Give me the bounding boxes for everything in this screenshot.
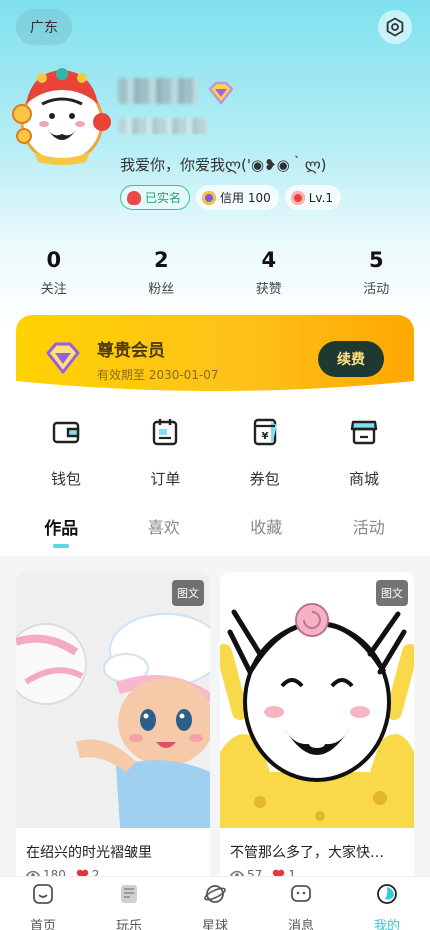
- vip-expiry: 有效期至 2030-01-07: [97, 368, 219, 382]
- tab-works[interactable]: 作品: [10, 514, 113, 548]
- quick-link-coupons[interactable]: ¥ 券包: [217, 414, 313, 489]
- content-tabs: 作品 喜欢 收藏 活动: [0, 514, 430, 548]
- verified-tag-label: 已实名: [145, 191, 182, 205]
- profile-tags: 已实名 信用 100 Lv.1: [120, 185, 342, 210]
- quick-link-label: 商城: [348, 470, 379, 488]
- credit-tag-label: 信用 100: [220, 191, 271, 205]
- wallet-icon: [52, 421, 80, 444]
- bottom-nav: 首页 玩乐 星球 消息 我的: [0, 876, 430, 930]
- level-star-icon: [290, 190, 305, 205]
- home-icon: [33, 884, 53, 904]
- post-title: 不管那么多了，大家快…: [230, 845, 384, 861]
- post-title: 在绍兴的时光褶皱里: [26, 845, 152, 861]
- quick-link-label: 订单: [150, 470, 181, 488]
- post-image: [16, 572, 210, 828]
- message-icon: [291, 885, 311, 902]
- nav-profile[interactable]: 我的: [344, 877, 430, 930]
- quick-link-label: 钱包: [50, 470, 81, 488]
- renew-button[interactable]: 续费: [318, 341, 384, 377]
- username-blurred: [118, 78, 198, 104]
- quick-link-label: 券包: [249, 470, 280, 488]
- stat-label: 关注: [40, 282, 67, 297]
- shop-icon: [350, 420, 378, 445]
- stat-label: 粉丝: [148, 282, 175, 297]
- vip-title: 尊贵会员: [97, 341, 165, 361]
- profile-icon: [377, 884, 397, 904]
- location-label: 广东: [30, 20, 58, 36]
- vip-gem-icon: [46, 342, 80, 374]
- planet-icon: [204, 885, 226, 903]
- settings-button[interactable]: [378, 10, 412, 44]
- stat-followers[interactable]: 2 粉丝: [108, 246, 216, 297]
- stat-number: 5: [368, 248, 384, 272]
- avatar[interactable]: [12, 64, 112, 168]
- verified-tag[interactable]: 已实名: [120, 185, 191, 210]
- level-tag[interactable]: Lv.1: [284, 185, 342, 210]
- tab-activities[interactable]: 活动: [318, 514, 421, 539]
- nav-label: 我的: [373, 919, 400, 930]
- settings-icon: [386, 17, 404, 37]
- quick-link-shop[interactable]: 商城: [316, 414, 412, 489]
- nav-play[interactable]: 玩乐: [86, 877, 172, 930]
- quick-link-wallet[interactable]: 钱包: [18, 414, 114, 489]
- post-image: [220, 572, 414, 828]
- credit-icon: [202, 190, 217, 205]
- post-type-badge: 图文: [376, 580, 408, 606]
- nav-label: 首页: [29, 919, 56, 930]
- quick-link-orders[interactable]: 订单: [117, 414, 213, 489]
- post-type-badge: 图文: [172, 580, 204, 606]
- renew-button-label: 续费: [337, 352, 365, 368]
- stat-likes[interactable]: 4 获赞: [215, 246, 323, 297]
- post-card[interactable]: 图文 在绍兴的时光褶皱里 180 2: [16, 572, 210, 892]
- stat-label: 活动: [363, 282, 390, 297]
- verified-user-icon: [127, 190, 141, 205]
- stats-row: 0 关注 2 粉丝 4 获赞 5 活动: [0, 246, 430, 297]
- stat-following[interactable]: 0 关注: [0, 246, 108, 297]
- play-icon: [121, 885, 137, 903]
- nav-messages[interactable]: 消息: [258, 877, 344, 930]
- stat-activities[interactable]: 5 活动: [323, 246, 430, 297]
- stat-number: 0: [46, 248, 62, 272]
- nav-label: 星球: [201, 919, 228, 930]
- tab-favorites[interactable]: 收藏: [215, 514, 318, 539]
- post-card[interactable]: 图文 不管那么多了，大家快… 57 1: [220, 572, 414, 892]
- stat-label: 获赞: [255, 282, 282, 297]
- location-button[interactable]: 广东: [16, 9, 72, 45]
- nav-home[interactable]: 首页: [0, 877, 86, 930]
- order-icon: [153, 419, 178, 446]
- vip-diamond-icon: [208, 81, 234, 105]
- credit-tag[interactable]: 信用 100: [196, 185, 279, 210]
- coupon-icon: ¥: [253, 418, 277, 446]
- quick-links: 钱包 订单 ¥ 券包 商城: [0, 414, 430, 489]
- stat-number: 4: [261, 248, 277, 272]
- nav-planet[interactable]: 星球: [172, 877, 258, 930]
- level-tag-label: Lv.1: [308, 190, 334, 205]
- nav-label: 消息: [287, 919, 314, 930]
- user-id-blurred: [118, 118, 208, 134]
- tab-likes[interactable]: 喜欢: [113, 514, 216, 539]
- svg-text:¥: ¥: [261, 431, 268, 442]
- nav-label: 玩乐: [115, 919, 142, 930]
- stat-number: 2: [153, 248, 169, 272]
- user-bio: 我爱你，你爱我ლ('◉❥◉｀ლ): [120, 156, 327, 174]
